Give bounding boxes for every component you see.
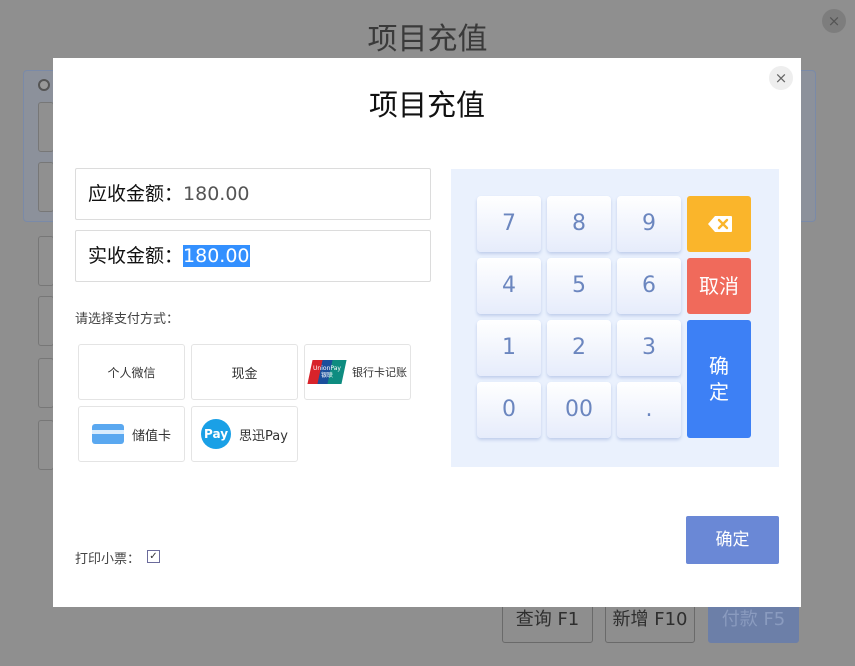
payment-option-sixun-pay[interactable]: Pay 思迅Pay <box>191 406 298 462</box>
background-field <box>38 358 54 408</box>
background-title: 项目充值 <box>367 22 488 57</box>
receivable-amount-field: 应收金额：180.00 <box>75 168 431 220</box>
recharge-dialog: 项目充值 × 应收金额：180.00 实收金额：180.00 请选择支付方式： … <box>53 58 801 607</box>
key-5[interactable]: 5 <box>547 258 611 314</box>
payment-option-label: 储值卡 <box>131 428 171 444</box>
receivable-label: 应收金额： <box>88 183 184 205</box>
key-9[interactable]: 9 <box>617 196 681 252</box>
background-close-icon: × <box>822 9 846 33</box>
numeric-keypad: 7 8 9 4 5 6 1 2 3 0 00 . 取消 确定 <box>451 169 779 467</box>
confirm-button[interactable]: 确定 <box>686 516 779 564</box>
card-icon <box>91 424 124 444</box>
keypad-confirm-key[interactable]: 确定 <box>687 320 751 438</box>
key-1[interactable]: 1 <box>477 320 541 376</box>
backspace-key[interactable] <box>687 196 751 252</box>
received-label: 实收金额： <box>88 245 184 267</box>
payment-option-stored-card[interactable]: 储值卡 <box>78 406 185 462</box>
dialog-title: 项目充值 <box>368 88 485 122</box>
received-amount-input[interactable]: 实收金额：180.00 <box>75 230 431 282</box>
key-8[interactable]: 8 <box>547 196 611 252</box>
key-6[interactable]: 6 <box>617 258 681 314</box>
payment-method-label: 请选择支付方式： <box>75 312 180 327</box>
print-receipt-checkbox[interactable]: ✓ <box>147 550 160 563</box>
key-4[interactable]: 4 <box>477 258 541 314</box>
received-value[interactable]: 180.00 <box>183 245 250 267</box>
background-field <box>38 236 54 286</box>
payment-option-label: 银行卡记账 <box>352 366 407 379</box>
background-field <box>38 162 54 212</box>
keypad-confirm-label: 确定 <box>709 354 729 404</box>
background-field <box>38 296 54 346</box>
close-icon[interactable]: × <box>769 66 793 90</box>
payment-option-bank-card[interactable]: UnionPay 银联 银行卡记账 <box>304 344 411 400</box>
key-2[interactable]: 2 <box>547 320 611 376</box>
payment-option-label: 现金 <box>231 366 258 382</box>
key-0[interactable]: 0 <box>477 382 541 438</box>
payment-option-wechat[interactable]: 个人微信 <box>78 344 185 400</box>
payment-option-cash[interactable]: 现金 <box>191 344 298 400</box>
key-dot[interactable]: . <box>617 382 681 438</box>
pay-icon: Pay <box>201 419 232 449</box>
key-00[interactable]: 00 <box>547 382 611 438</box>
background-field <box>38 420 54 470</box>
key-3[interactable]: 3 <box>617 320 681 376</box>
cancel-key[interactable]: 取消 <box>687 258 751 314</box>
payment-option-label: 思迅Pay <box>239 428 288 444</box>
receivable-value: 180.00 <box>183 183 250 205</box>
payment-option-label: 个人微信 <box>107 365 156 380</box>
key-7[interactable]: 7 <box>477 196 541 252</box>
background-radio <box>38 79 50 91</box>
backspace-icon <box>708 216 732 232</box>
unionpay-icon: UnionPay 银联 <box>307 360 347 384</box>
background-field <box>38 102 54 152</box>
print-receipt-label: 打印小票： <box>75 552 141 567</box>
